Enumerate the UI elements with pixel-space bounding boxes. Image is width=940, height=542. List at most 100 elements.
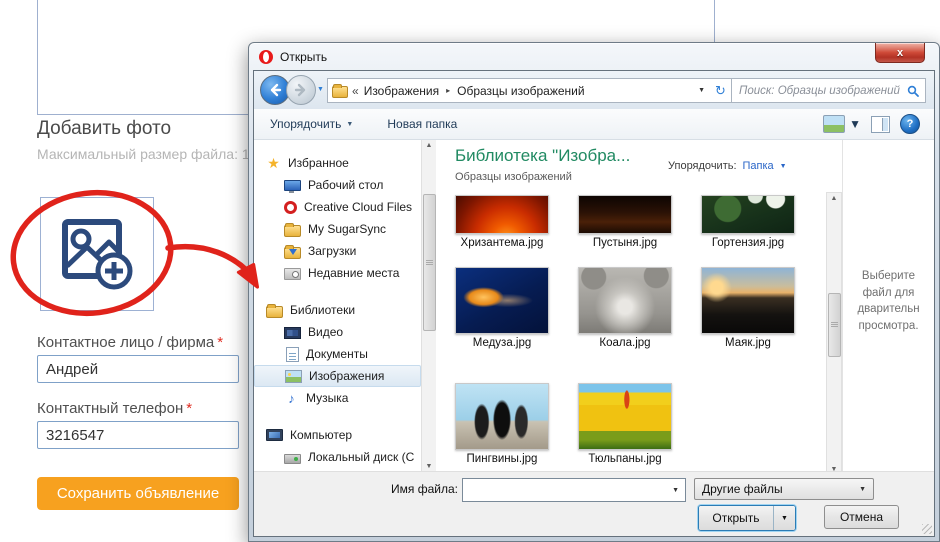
new-folder-button[interactable]: Новая папка: [379, 113, 465, 135]
search-box[interactable]: [731, 78, 926, 103]
opera-icon: [258, 49, 274, 65]
organize-menu-button[interactable]: Упорядочить ▼: [262, 113, 361, 135]
dialog-titlebar[interactable]: Открыть x: [249, 43, 939, 70]
file-thumbnail: [701, 267, 795, 334]
resize-grip[interactable]: [922, 524, 932, 534]
sidebar-spacer: [254, 284, 421, 299]
scrollbar-thumb[interactable]: [423, 194, 436, 331]
scrollbar-thumb[interactable]: [828, 293, 841, 357]
file-thumbnail: [455, 267, 549, 334]
scrollbar-grip: [831, 322, 838, 327]
file-item[interactable]: Пустыня.jpg: [570, 195, 680, 249]
dialog-title: Открыть: [280, 50, 327, 64]
breadcrumb-bar[interactable]: « Изображения ▸ Образцы изображений ▼: [327, 78, 713, 103]
file-item[interactable]: Тюльпаны.jpg: [570, 383, 680, 465]
open-split-button[interactable]: Открыть ▼: [698, 505, 796, 531]
add-photo-heading: Добавить фото: [37, 118, 171, 140]
contact-phone-input[interactable]: [37, 421, 239, 449]
sidebar-spacer: [254, 409, 421, 424]
contact-name-input[interactable]: [37, 355, 239, 383]
sidebar-group-computer[interactable]: Компьютер: [254, 424, 421, 446]
address-dropdown-icon[interactable]: ▼: [698, 87, 705, 94]
computer-icon: [266, 429, 283, 441]
file-item[interactable]: Пингвины.jpg: [447, 383, 557, 465]
chevron-down-icon: ▼: [780, 163, 787, 170]
sidebar-item-music[interactable]: ♪ Музыка: [254, 387, 421, 409]
arrange-value[interactable]: Папка: [743, 160, 774, 172]
command-toolbar: Упорядочить ▼ Новая папка ▼ ?: [254, 109, 934, 140]
file-thumbnail: [455, 195, 549, 234]
scrollbar-grip: [426, 260, 433, 265]
library-title: Библиотека "Изобра...: [455, 146, 630, 166]
preview-pane-toggle[interactable]: [871, 116, 890, 133]
toolbar-right-icons: ▼ ?: [823, 114, 920, 134]
save-ad-button[interactable]: Сохранить объявление: [37, 477, 239, 510]
open-button[interactable]: Открыть: [699, 506, 773, 530]
documents-icon: [286, 347, 299, 362]
file-name: Тюльпаны.jpg: [570, 453, 680, 465]
sidebar-scrollbar[interactable]: ▲ ▼: [421, 140, 436, 472]
change-view-button[interactable]: ▼: [823, 115, 861, 133]
dialog-client-area: ▼ « Изображения ▸ Образцы изображений ▼ …: [253, 70, 935, 537]
contact-phone-label: Контактный телефон*: [37, 400, 192, 417]
forward-button[interactable]: [286, 75, 316, 105]
cancel-button[interactable]: Отмена: [824, 505, 899, 529]
disk-icon: [284, 454, 301, 464]
file-item[interactable]: Медуза.jpg: [447, 267, 557, 349]
preview-pane: Выберите файл для дварительн просмотра.: [842, 140, 934, 472]
breadcrumb-item-sample-pictures[interactable]: Образцы изображений: [457, 84, 584, 98]
pictures-icon: [285, 370, 302, 383]
sidebar-item-desktop[interactable]: Рабочий стол: [254, 174, 421, 196]
sidebar-item-downloads[interactable]: Загрузки: [254, 240, 421, 262]
file-thumbnail: [578, 383, 672, 450]
filename-combobox[interactable]: ▼: [462, 478, 686, 502]
required-asterisk: *: [217, 334, 223, 351]
chevron-down-icon[interactable]: ▼: [672, 487, 679, 494]
sidebar-item-local-disk-c[interactable]: Локальный диск (C: [254, 446, 421, 468]
close-button[interactable]: x: [875, 43, 925, 63]
sidebar-item-recent-places[interactable]: Недавние места: [254, 262, 421, 284]
library-subtitle: Образцы изображений: [455, 171, 572, 183]
sidebar-group-favorites[interactable]: ★ Избранное: [254, 152, 421, 174]
file-name: Медуза.jpg: [447, 337, 557, 349]
file-name: Пингвины.jpg: [447, 453, 557, 465]
breadcrumb-item-pictures[interactable]: Изображения: [364, 84, 439, 98]
filetype-dropdown[interactable]: Другие файлы ▼: [694, 478, 874, 500]
sidebar-group-libraries[interactable]: Библиотеки: [254, 299, 421, 321]
required-asterisk: *: [186, 400, 192, 417]
open-dropdown-arrow[interactable]: ▼: [773, 506, 795, 530]
filename-input[interactable]: [463, 483, 672, 497]
recent-places-icon: [284, 268, 301, 280]
scroll-down-icon[interactable]: ▼: [422, 463, 436, 470]
scroll-up-icon[interactable]: ▲: [827, 195, 841, 202]
file-item[interactable]: Гортензия.jpg: [693, 195, 803, 249]
downloads-icon: [284, 247, 301, 259]
file-name: Хризантема.jpg: [447, 237, 557, 249]
recent-pages-dropdown[interactable]: ▼: [317, 86, 324, 93]
file-item[interactable]: Маяк.jpg: [693, 267, 803, 349]
search-input[interactable]: [732, 85, 907, 97]
help-icon: ?: [907, 118, 914, 130]
dialog-footer: Имя файла: ▼ Другие файлы ▼ Открыть ▼ От…: [254, 471, 934, 536]
file-thumbnail: [578, 267, 672, 334]
sidebar-item-videos[interactable]: Видео: [254, 321, 421, 343]
breadcrumb-separator-icon: ▸: [446, 86, 450, 95]
file-item[interactable]: Коала.jpg: [570, 267, 680, 349]
help-button[interactable]: ?: [900, 114, 920, 134]
file-item[interactable]: Хризантема.jpg: [447, 195, 557, 249]
chevron-down-icon: ▼: [781, 515, 788, 522]
chevron-down-icon: ▼: [859, 486, 866, 493]
sidebar-item-pictures[interactable]: Изображения: [254, 365, 421, 387]
file-thumbnail: [578, 195, 672, 234]
max-file-size-note: Максимальный размер файла: 1: [37, 146, 250, 162]
sidebar-item-creative-cloud[interactable]: Creative Cloud Files: [254, 196, 421, 218]
sidebar-item-documents[interactable]: Документы: [254, 343, 421, 365]
sidebar-item-sugarsync[interactable]: My SugarSync: [254, 218, 421, 240]
add-photo-dropzone[interactable]: [40, 197, 154, 311]
forward-icon: [294, 83, 308, 97]
file-list-scrollbar[interactable]: ▲ ▼: [826, 192, 842, 476]
breadcrumb-overflow[interactable]: «: [352, 84, 359, 98]
scroll-up-icon[interactable]: ▲: [422, 142, 436, 149]
folder-icon: [332, 86, 348, 98]
search-icon: [907, 85, 919, 97]
